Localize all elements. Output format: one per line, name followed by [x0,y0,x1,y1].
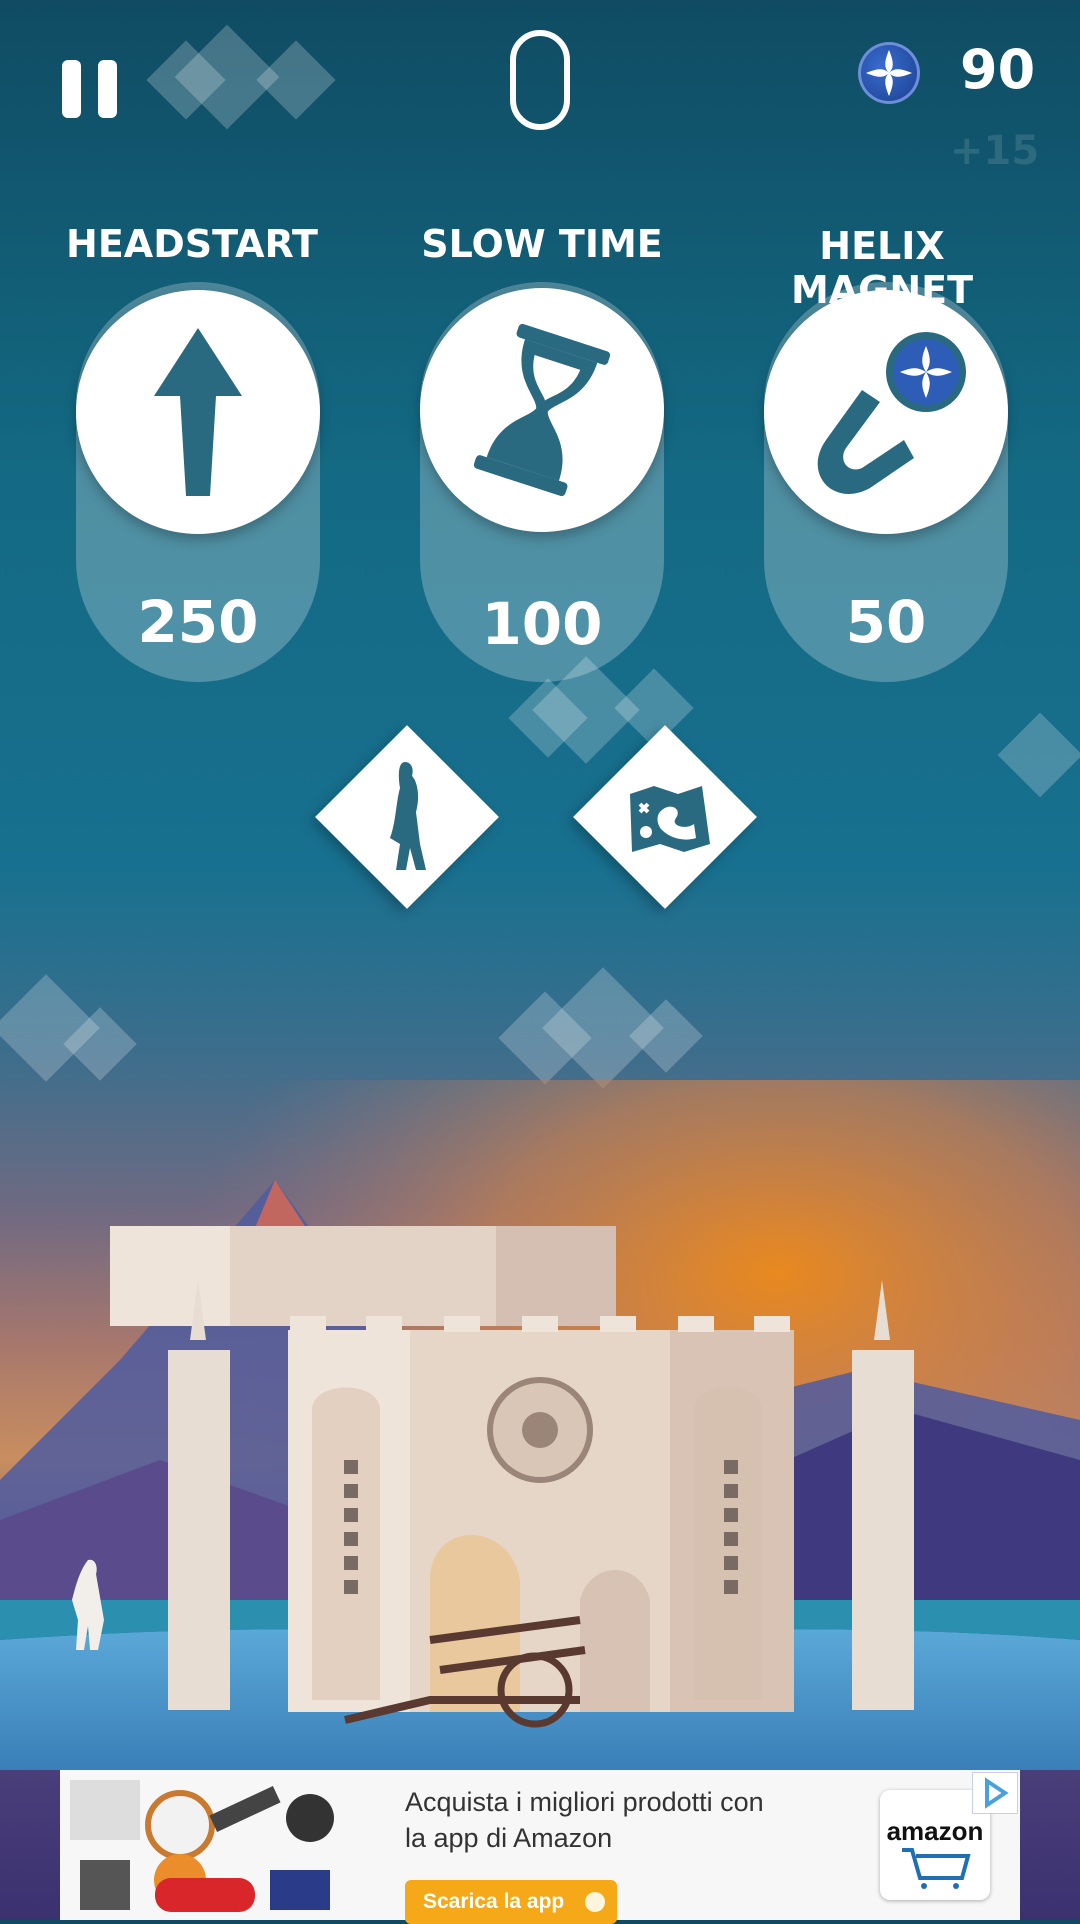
powerup-title-slow-time: SLOW TIME [421,222,663,266]
decor-diamond [997,712,1080,798]
powerup-title-headstart: HEADSTART [66,222,318,266]
ad-text-line2: la app di Amazon [405,1823,613,1853]
coin-bonus: +15 [950,128,1040,174]
powerup-button-headstart[interactable] [76,290,320,534]
ad-choices-icon[interactable] [972,1772,1018,1814]
powerup-price-headstart: 250 [137,588,259,656]
amazon-logo-text: amazon [886,1816,984,1846]
ad-download-label: Scarica la app [423,1890,565,1913]
ad-text-line1: Acquista i migliori prodotti con [405,1787,764,1817]
coin-count: 90 [960,38,1036,101]
cart-icon [902,1848,971,1889]
ad-banner[interactable]: Acquista i migliori prodotti con la app … [60,1770,1020,1924]
helix-coin-icon [858,42,920,104]
decor-diamond [256,40,336,120]
score-display: 0 [510,30,570,130]
ad-download-button[interactable]: Scarica la app [405,1880,617,1924]
hourglass-icon [473,323,611,497]
powerup-button-helix-magnet[interactable] [764,290,1008,534]
powerup-price-slow-time: 100 [481,590,603,658]
temple-scene [0,1080,1080,1770]
character-icon [342,752,472,882]
ad-text: Acquista i migliori prodotti con la app … [405,1784,875,1856]
map-icon [600,752,730,882]
powerup-button-slow-time[interactable] [420,288,664,532]
play-icon [585,1892,605,1912]
powerup-price-helix-magnet: 50 [845,588,927,656]
magnet-icon [817,332,966,494]
pause-button[interactable] [62,60,118,118]
pause-icon [62,60,81,118]
arrow-up-icon [154,328,242,496]
pause-icon-bar [98,60,117,118]
ad-product-image [60,1770,380,1920]
